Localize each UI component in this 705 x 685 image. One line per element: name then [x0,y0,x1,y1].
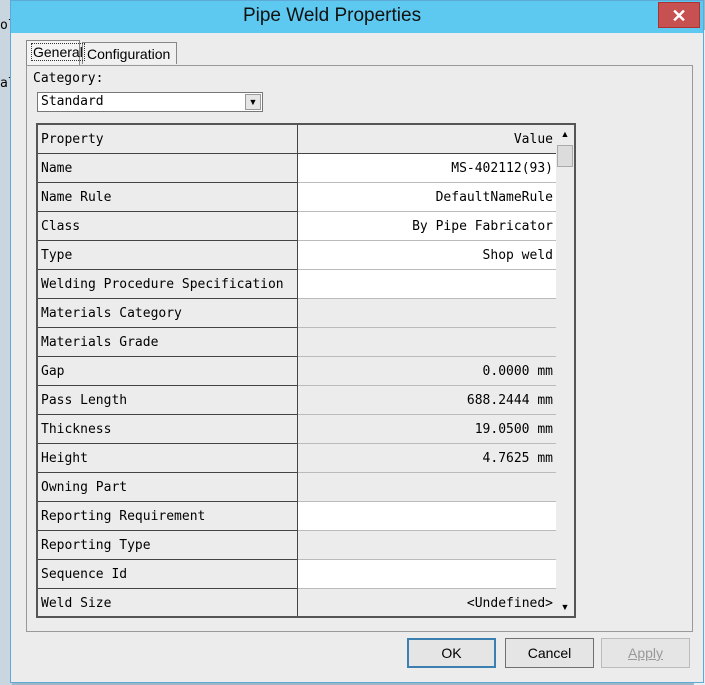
table-row[interactable]: Materials Grade [38,328,556,357]
table-row[interactable]: Name Rule DefaultNameRule [38,183,556,212]
property-value[interactable] [298,270,556,299]
property-name: Class [38,212,298,241]
header-property: Property [38,125,298,154]
table-row[interactable]: Owning Part [38,473,556,502]
arrow-up-icon[interactable]: ▲ [556,125,574,143]
table-row[interactable]: Thickness 19.0500 mm [38,415,556,444]
property-value [298,299,556,328]
property-name: Materials Category [38,299,298,328]
table-row[interactable]: Name MS-402112(93) [38,154,556,183]
table-row[interactable]: Height 4.7625 mm [38,444,556,473]
property-value: 0.0000 mm [298,357,556,386]
ok-button[interactable]: OK [407,638,496,668]
property-name: Reporting Requirement [38,502,298,531]
dialog-title: Pipe Weld Properties [242,5,422,26]
table-row[interactable]: Sequence Id [38,560,556,589]
title-bar[interactable]: Pipe Weld Properties ✕ [11,1,703,33]
vertical-scrollbar[interactable]: ▲ ▼ [556,125,574,616]
property-value: 19.0500 mm [298,415,556,444]
property-name: Welding Procedure Specification [38,270,298,299]
close-icon: ✕ [671,6,687,26]
table-row[interactable]: Pass Length 688.2444 mm [38,386,556,415]
property-value: 688.2444 mm [298,386,556,415]
table-row[interactable]: Weld Size <Undefined> [38,589,556,616]
property-value[interactable] [298,560,556,589]
property-value [298,473,556,502]
property-name: Sequence Id [38,560,298,589]
table-row[interactable]: Reporting Type [38,531,556,560]
table-row[interactable]: Materials Category [38,299,556,328]
property-value: <Undefined> [298,589,556,616]
property-name: Name Rule [38,183,298,212]
scroll-thumb[interactable] [557,145,573,167]
property-value[interactable] [298,502,556,531]
chevron-down-icon[interactable]: ▼ [245,94,261,110]
property-name: Gap [38,357,298,386]
property-value[interactable]: MS-402112(93) [298,154,556,183]
property-name: Thickness [38,415,298,444]
table-row[interactable]: Welding Procedure Specification [38,270,556,299]
grid-header: Property Value [38,125,556,154]
property-value [298,531,556,560]
arrow-down-icon[interactable]: ▼ [556,598,574,616]
property-name: Name [38,154,298,183]
apply-button[interactable]: Apply [601,638,690,668]
properties-dialog: Pipe Weld Properties ✕ General Configura… [10,0,704,683]
tab-configuration[interactable]: Configuration [82,42,177,64]
category-value: Standard [41,94,104,109]
property-name: Pass Length [38,386,298,415]
property-value[interactable]: Shop weld [298,241,556,270]
property-value [298,328,556,357]
header-value: Value [298,125,556,154]
property-value[interactable]: By Pipe Fabricator [298,212,556,241]
table-row[interactable]: Class By Pipe Fabricator [38,212,556,241]
category-label: Category: [33,71,104,86]
property-name: Owning Part [38,473,298,502]
property-name: Height [38,444,298,473]
property-value[interactable]: DefaultNameRule [298,183,556,212]
tab-general[interactable]: General [26,40,85,65]
category-select[interactable]: Standard ▼ [37,92,263,112]
property-name: Materials Grade [38,328,298,357]
cancel-button[interactable]: Cancel [505,638,594,668]
tab-label: Configuration [87,46,171,62]
property-grid: Property Value Name MS-402112(93) Name Rul… [36,123,576,618]
table-row[interactable]: Type Shop weld [38,241,556,270]
table-row[interactable]: Reporting Requirement [38,502,556,531]
property-name: Weld Size [38,589,298,616]
apply-label: Apply [627,645,664,661]
property-name: Type [38,241,298,270]
table-row[interactable]: Gap 0.0000 mm [38,357,556,386]
property-value: 4.7625 mm [298,444,556,473]
tab-label: General [31,43,85,61]
close-button[interactable]: ✕ [658,2,700,28]
property-name: Reporting Type [38,531,298,560]
